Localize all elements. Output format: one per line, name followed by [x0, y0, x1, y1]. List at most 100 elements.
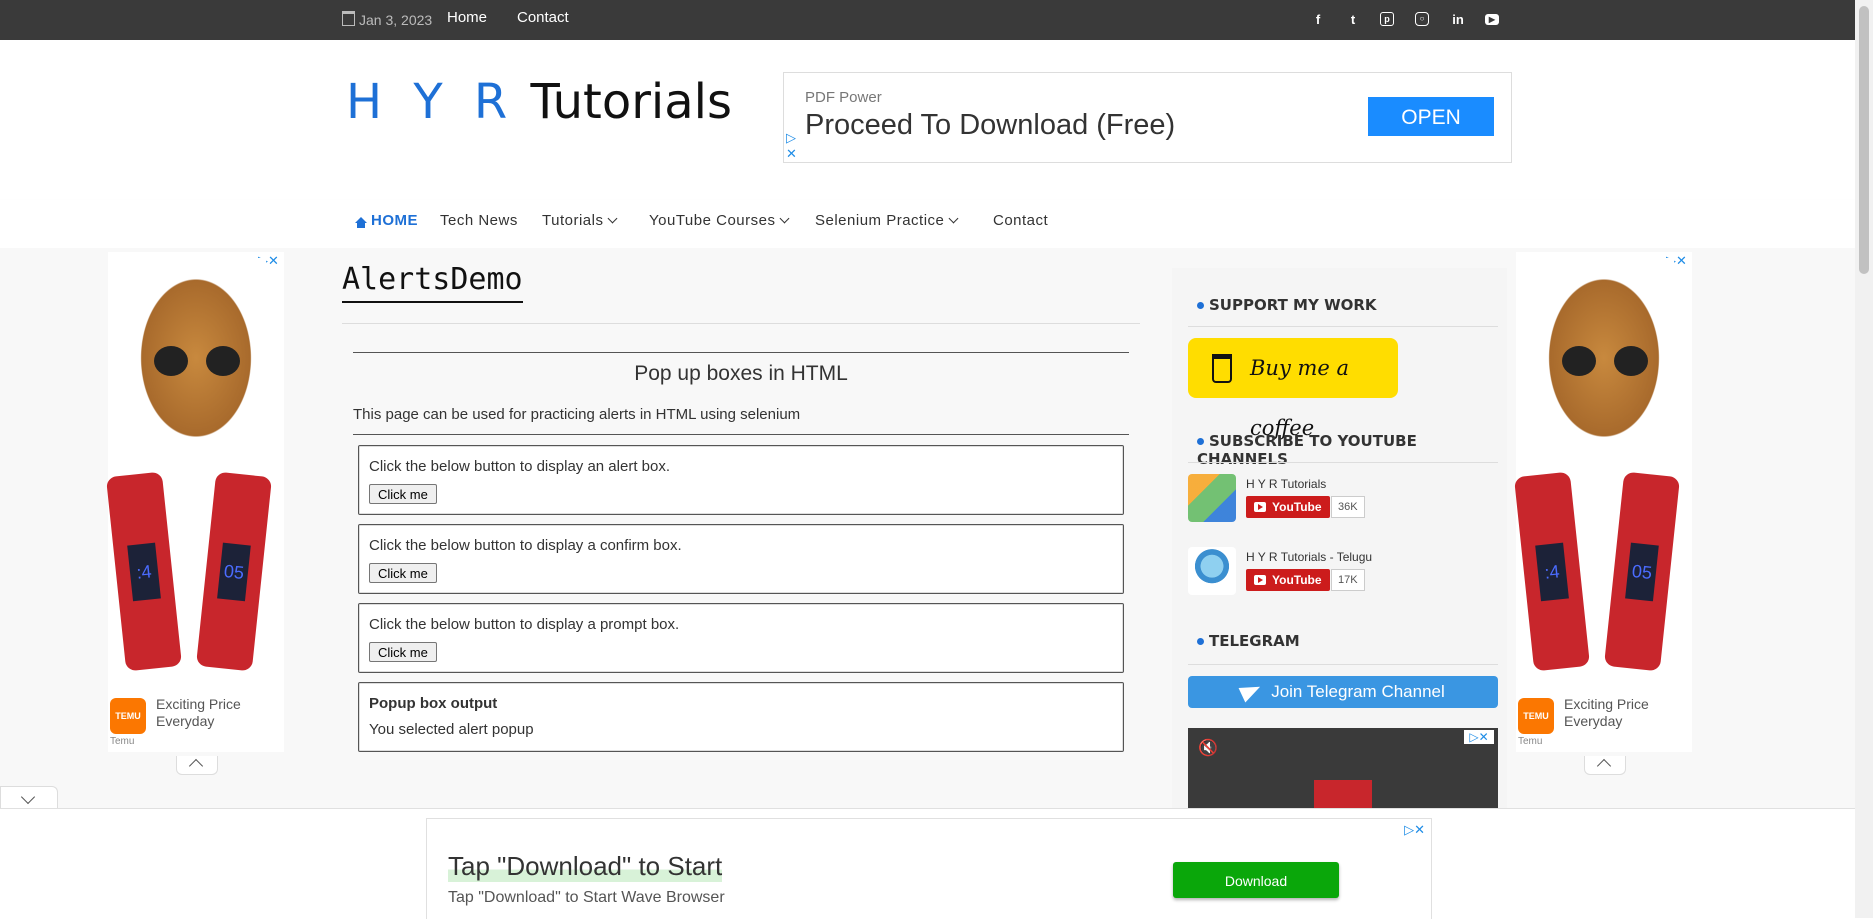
nav-tech-news[interactable]: Tech News — [440, 212, 518, 229]
top-advertisement[interactable]: ▷ ✕ PDF Power Proceed To Download (Free)… — [783, 72, 1512, 163]
home-icon — [355, 217, 367, 228]
chevron-up-icon — [188, 758, 204, 774]
bottom-ad-subtitle: Tap "Download" to Start Wave Browser — [448, 889, 725, 906]
topbar-home-link[interactable]: Home — [447, 9, 487, 26]
nav-selenium-practice[interactable]: Selenium Practice — [815, 212, 959, 229]
telegram-icon — [1238, 679, 1264, 703]
main-content: AlertsDemo Pop up boxes in HTML This pag… — [342, 262, 1140, 752]
ad-product-image[interactable]: :4 — [105, 471, 183, 672]
bottom-ad-title[interactable]: Tap "Download" to Start — [448, 851, 723, 882]
video-advertisement[interactable]: 🔇 ▷✕ — [1188, 728, 1498, 808]
chevron-down-icon — [20, 789, 36, 805]
nav-youtube-courses[interactable]: YouTube Courses — [649, 212, 790, 229]
join-telegram-button[interactable]: Join Telegram Channel — [1188, 676, 1498, 708]
twitter-icon[interactable]: t — [1345, 12, 1361, 28]
page-scrollbar[interactable] — [1855, 0, 1873, 918]
nav-contact[interactable]: Contact — [993, 212, 1048, 229]
confirm-button[interactable]: Click me — [369, 563, 437, 583]
right-side-advertisement[interactable]: ▷✕ :4 05 TEMU Exciting Price Everyday Te… — [1513, 252, 1692, 775]
confirm-box-instruction: Click the below button to display a conf… — [369, 537, 682, 554]
alert-box-section: Click the below button to display an ale… — [358, 445, 1124, 515]
hyr-channel-logo[interactable] — [1188, 474, 1236, 522]
ad-brand: Temu — [110, 736, 135, 747]
bullet-icon — [1197, 638, 1204, 645]
section-heading: Pop up boxes in HTML — [634, 362, 848, 385]
linkedin-icon[interactable]: in — [1450, 12, 1466, 28]
youtube-icon[interactable]: ▶ — [1485, 14, 1499, 25]
buy-me-a-coffee-button[interactable]: Buy me a coffee — [1188, 338, 1398, 440]
download-button[interactable]: Download — [1173, 862, 1339, 898]
prompt-box-instruction: Click the below button to display a prom… — [369, 616, 680, 633]
mute-icon[interactable]: 🔇 — [1198, 738, 1218, 758]
video-thumbnail[interactable] — [1314, 780, 1372, 808]
youtube-subscribe-button[interactable]: YouTube — [1246, 569, 1330, 591]
prompt-box-section: Click the below button to display a prom… — [358, 603, 1124, 673]
chevron-down-icon — [608, 213, 618, 224]
scrollbar-thumb[interactable] — [1859, 6, 1869, 274]
channel-name[interactable]: H Y R Tutorials — [1246, 477, 1326, 491]
left-side-advertisement[interactable]: ▷✕ :4 05 TEMU Exciting Price Everyday Te… — [105, 252, 284, 775]
ad-text[interactable]: Exciting Price Everyday — [1564, 696, 1684, 730]
horizontal-rule — [353, 352, 1129, 353]
main-navigation: HOME Tech News Tutorials YouTube Courses… — [0, 200, 1855, 248]
chevron-up-icon — [1596, 758, 1612, 774]
bullet-icon — [1197, 438, 1204, 445]
subscriber-count: 17K — [1331, 569, 1365, 591]
alert-box-instruction: Click the below button to display an ale… — [369, 458, 671, 475]
ad-text[interactable]: Exciting Price Everyday — [156, 696, 276, 730]
hyr-telugu-channel-logo[interactable] — [1188, 547, 1236, 595]
ad-product-image[interactable]: :4 — [1513, 471, 1591, 672]
support-widget-title: SUPPORT MY WORK — [1197, 296, 1377, 314]
output-title: Popup box output — [369, 695, 498, 712]
chevron-down-icon — [948, 213, 959, 224]
ad-product-image[interactable]: 05 — [195, 471, 273, 672]
ad-product-image[interactable] — [1534, 258, 1674, 458]
confirm-box-section: Click the below button to display a conf… — [358, 524, 1124, 594]
youtube-channel-row: H Y R Tutorials YouTube 36K — [1188, 474, 1498, 530]
prompt-button[interactable]: Click me — [369, 642, 437, 662]
calendar-icon — [342, 11, 355, 26]
coffee-cup-icon — [1212, 354, 1232, 383]
right-sidebar: SUPPORT MY WORK Buy me a coffee SUBSCRIB… — [1172, 268, 1507, 808]
adchoices-icon[interactable]: ▷✕ — [1404, 823, 1425, 836]
youtube-subscribe-button[interactable]: YouTube — [1246, 496, 1330, 518]
top-bar: Jan 3, 2023 Home Contact f t p ○ in ▶ — [0, 0, 1855, 40]
youtube-channel-row: H Y R Tutorials - Telugu YouTube 17K — [1188, 547, 1498, 603]
ad-open-button[interactable]: OPEN — [1368, 97, 1494, 136]
topbar-contact-link[interactable]: Contact — [517, 9, 569, 26]
adchoices-icon[interactable]: ▷ — [786, 131, 796, 144]
pinterest-icon[interactable]: p — [1380, 12, 1394, 26]
date-display: Jan 3, 2023 — [342, 11, 432, 28]
page-description: This page can be used for practicing ale… — [353, 406, 801, 423]
facebook-icon[interactable]: f — [1310, 12, 1326, 28]
subscriber-count: 36K — [1331, 496, 1365, 518]
telegram-widget-title: TELEGRAM — [1197, 632, 1300, 650]
nav-tutorials[interactable]: Tutorials — [542, 212, 618, 229]
youtube-play-icon — [1254, 502, 1266, 512]
collapse-ad-button[interactable] — [1584, 756, 1626, 775]
temu-logo[interactable]: TEMU — [1518, 698, 1554, 734]
bottom-advertisement[interactable]: ▷✕ Tap "Download" to Start Tap "Download… — [426, 818, 1432, 919]
ad-product-image[interactable]: 05 — [1603, 471, 1681, 672]
alert-button[interactable]: Click me — [369, 484, 437, 504]
page-title: AlertsDemo — [342, 262, 523, 303]
ad-label: PDF Power — [805, 89, 882, 106]
horizontal-rule — [353, 434, 1129, 435]
chevron-down-icon — [780, 213, 790, 224]
temu-logo[interactable]: TEMU — [110, 698, 146, 734]
ad-close-icon[interactable]: ▷✕ — [1464, 730, 1494, 744]
output-value: You selected alert popup — [369, 721, 534, 738]
ad-close-icon[interactable]: ✕ — [786, 147, 797, 160]
bullet-icon — [1197, 302, 1204, 309]
ad-brand: Temu — [1518, 736, 1543, 747]
instagram-icon[interactable]: ○ — [1415, 12, 1429, 26]
popup-output-section: Popup box output You selected alert popu… — [358, 682, 1124, 752]
ad-product-image[interactable] — [126, 258, 266, 458]
site-logo[interactable]: H Y R Tutorials — [346, 74, 732, 130]
title-divider — [342, 323, 1140, 324]
collapse-ad-button[interactable] — [176, 756, 218, 775]
nav-home[interactable]: HOME — [355, 212, 418, 229]
ad-title[interactable]: Proceed To Download (Free) — [805, 109, 1175, 142]
youtube-play-icon — [1254, 575, 1266, 585]
channel-name[interactable]: H Y R Tutorials - Telugu — [1246, 550, 1372, 564]
